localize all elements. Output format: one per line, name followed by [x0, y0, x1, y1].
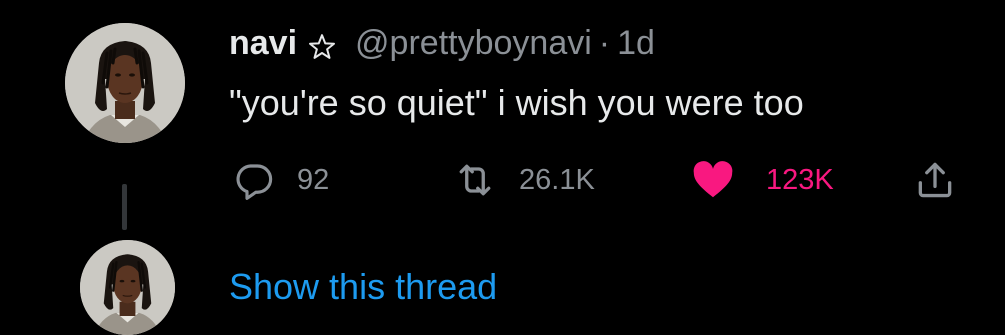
- star-outline-icon: [307, 28, 337, 59]
- author-avatar[interactable]: [65, 23, 185, 143]
- share-icon: [913, 158, 957, 202]
- tweet-actions: 92 26.1K 123K: [0, 150, 1005, 210]
- author-name[interactable]: navi: [229, 20, 297, 66]
- tweet-header: navi @prettyboynavi · 1d: [229, 20, 655, 66]
- reply-bubble-icon: [233, 159, 275, 201]
- avatar-photo: [65, 23, 185, 143]
- retweet-button[interactable]: 26.1K: [453, 150, 595, 210]
- avatar-photo-small: [80, 240, 175, 335]
- retweet-icon: [453, 158, 497, 202]
- like-button[interactable]: 123K: [690, 150, 834, 210]
- share-button[interactable]: [913, 150, 957, 210]
- tweet[interactable]: navi @prettyboynavi · 1d "you're so quie…: [0, 0, 1005, 335]
- author-handle[interactable]: @prettyboynavi: [355, 20, 592, 66]
- reply-count: 92: [297, 163, 330, 196]
- like-count: 123K: [766, 163, 834, 196]
- heart-icon: [690, 157, 736, 203]
- tweet-timestamp[interactable]: 1d: [617, 20, 655, 66]
- retweet-count: 26.1K: [519, 163, 595, 196]
- show-thread-link[interactable]: Show this thread: [229, 262, 497, 312]
- thread-avatar[interactable]: [80, 240, 175, 335]
- tweet-text: "you're so quiet" i wish you were too: [229, 82, 804, 123]
- reply-button[interactable]: 92: [233, 150, 329, 210]
- separator-dot: ·: [598, 24, 611, 62]
